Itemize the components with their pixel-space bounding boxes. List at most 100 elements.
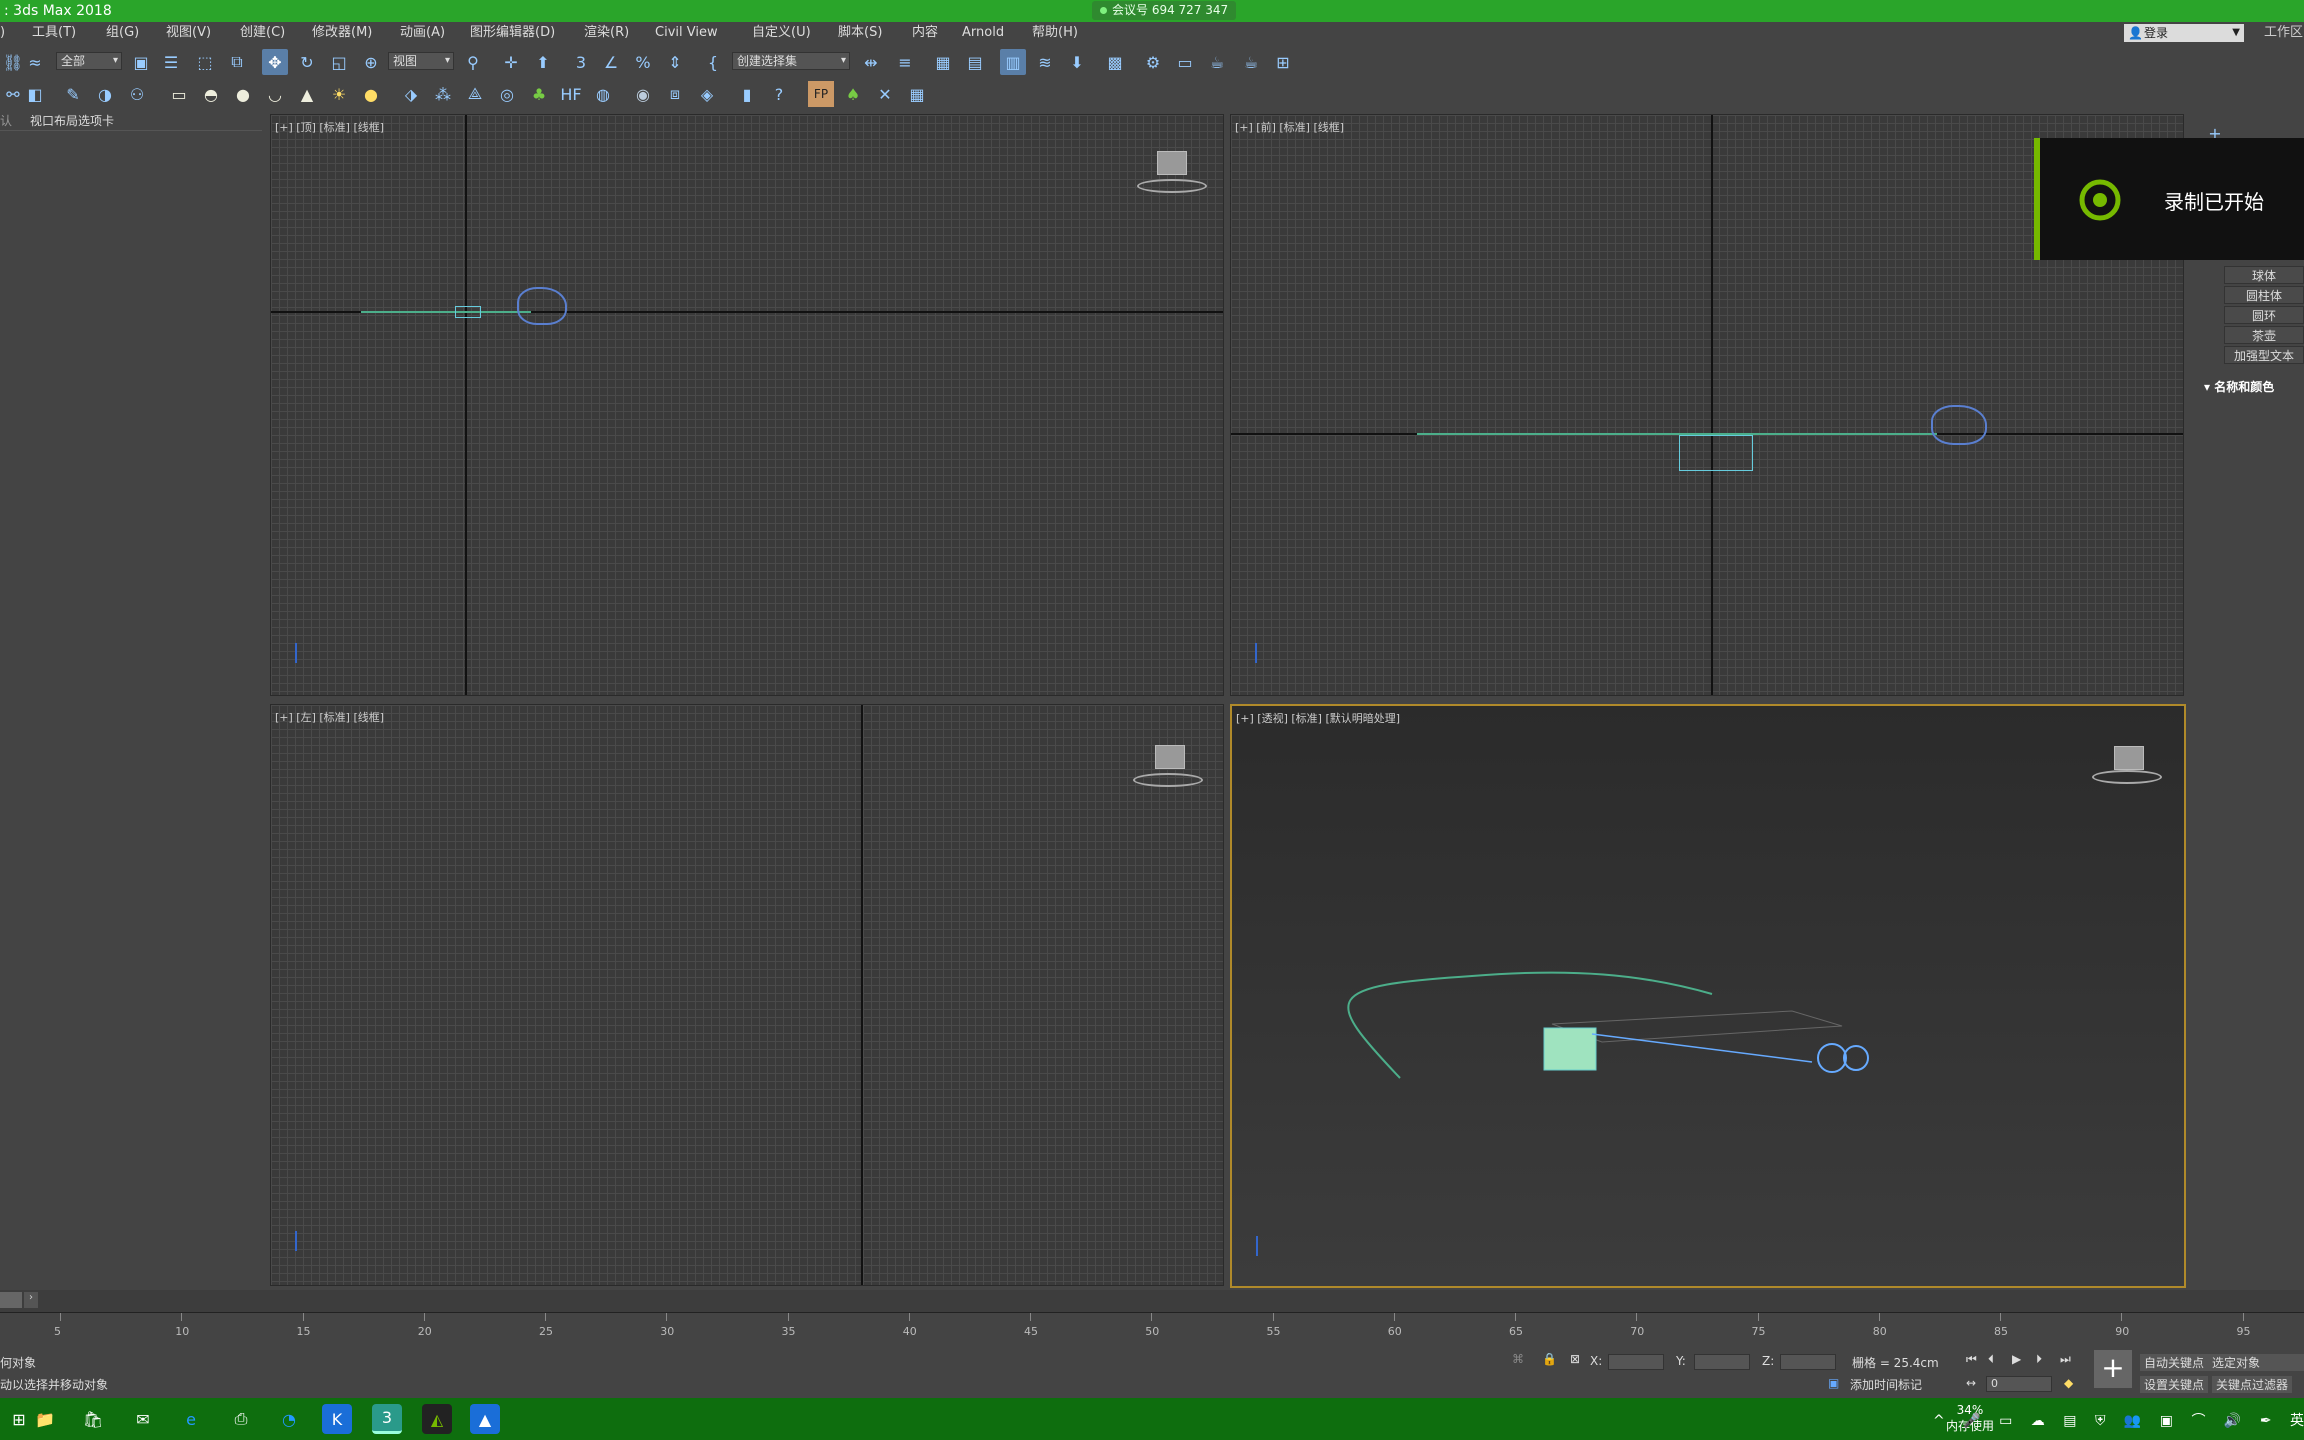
network-icon[interactable]: ▤: [2063, 1413, 2076, 1429]
fp-icon[interactable]: FP: [808, 81, 834, 107]
window-crossing-icon[interactable]: ⧉: [224, 49, 250, 75]
spiral-icon[interactable]: ◍: [590, 81, 616, 107]
curve-editor-icon[interactable]: ≋: [1032, 49, 1058, 75]
volume-icon[interactable]: 🔊: [2224, 1413, 2241, 1429]
viewcube-ring[interactable]: [1137, 179, 1207, 193]
viewcube-ring[interactable]: [1133, 773, 1203, 787]
store-icon[interactable]: 🛍: [78, 1404, 108, 1434]
prev-frame-icon[interactable]: ⏴: [1988, 1352, 1994, 1367]
teapot-button[interactable]: 茶壶: [2224, 326, 2304, 344]
wifi-icon[interactable]: ⌒: [2191, 1413, 2205, 1429]
named-selection-dropdown[interactable]: 创建选择集: [732, 52, 850, 70]
sphere-button[interactable]: 球体: [2224, 266, 2304, 284]
shield-icon[interactable]: ⛨: [2095, 1413, 2106, 1429]
viewport-top-label[interactable]: [+] [顶] [标准] [线框]: [275, 119, 384, 135]
track-bar[interactable]: 5 10 15 20 25 30 35 40 45 50 55 60 65 70 75 80 85 90 95: [0, 1312, 2304, 1342]
menu-tools[interactable]: 工具(T): [32, 22, 76, 44]
mirror-icon[interactable]: ⇹: [858, 49, 884, 75]
printer-icon[interactable]: ⎙: [226, 1404, 256, 1434]
material-ball-icon[interactable]: ◉: [630, 81, 656, 107]
selected-objects-dropdown[interactable]: 选定对象: [2208, 1354, 2304, 1371]
select-object-icon[interactable]: ▣: [128, 49, 154, 75]
chevron-up-icon[interactable]: ^: [1933, 1413, 1945, 1429]
menu-content[interactable]: 内容: [912, 22, 938, 44]
add-time-tag[interactable]: 添加时间标记: [1850, 1376, 1922, 1393]
light-ball-icon[interactable]: ●: [358, 81, 384, 107]
rotate-icon[interactable]: ↻: [294, 49, 320, 75]
camera-tool-icon[interactable]: ◧: [22, 81, 48, 107]
time-config-icon[interactable]: ↔: [1966, 1376, 1976, 1390]
bind-spacewarp-icon[interactable]: ≈: [22, 49, 48, 75]
box-object[interactable]: [1679, 435, 1753, 471]
snap-3d-icon[interactable]: 3: [568, 49, 594, 75]
viewcube[interactable]: [1155, 745, 1185, 769]
sun-icon[interactable]: ☀: [326, 81, 352, 107]
menu-create[interactable]: 创建(C): [240, 22, 285, 44]
workspace-label[interactable]: 工作区: [2264, 22, 2303, 44]
pen-icon[interactable]: ✒: [2260, 1413, 2272, 1429]
menu-help[interactable]: 帮助(H): [1032, 22, 1078, 44]
selection-filter-dropdown[interactable]: 全部: [56, 52, 122, 70]
cylinder-button[interactable]: 圆柱体: [2224, 286, 2304, 304]
mail-icon[interactable]: ✉: [128, 1404, 158, 1434]
script-icon[interactable]: ▮: [734, 81, 760, 107]
select-by-name-icon[interactable]: ☰: [158, 49, 184, 75]
next-frame-icon[interactable]: ⏵: [2036, 1352, 2042, 1367]
viewport-perspective[interactable]: [+] [透视] [标准] [默认明暗处理]: [1230, 704, 2186, 1288]
goto-start-icon[interactable]: ⏮: [1966, 1352, 1977, 1367]
spline-path[interactable]: [1417, 433, 1937, 435]
scale-icon[interactable]: ◱: [326, 49, 352, 75]
helper-tool-icon[interactable]: ⚇: [124, 81, 150, 107]
material-editor-icon[interactable]: ▩: [1102, 49, 1128, 75]
viewport-left[interactable]: [+] [左] [标准] [线框]: [270, 704, 1224, 1286]
scene-explorer-icon[interactable]: ▦: [930, 49, 956, 75]
meeting-app-icon[interactable]: ▲: [470, 1404, 500, 1434]
menu-views[interactable]: 视图(V): [166, 22, 211, 44]
language-indicator[interactable]: 英: [2290, 1413, 2304, 1429]
absolute-mode-icon[interactable]: ⊠: [1570, 1352, 1580, 1366]
nvidia-icon[interactable]: ◭: [422, 1404, 452, 1434]
keyboard-shortcut-icon[interactable]: ⬆: [530, 49, 556, 75]
login-dropdown[interactable]: 👤 登录 ▼: [2124, 24, 2244, 42]
ribbon-icon[interactable]: ▥: [1000, 49, 1026, 75]
globe-icon[interactable]: ◎: [494, 81, 520, 107]
schematic-view-icon[interactable]: ⬇: [1064, 49, 1090, 75]
menu-arnold[interactable]: Arnold: [962, 22, 1004, 44]
x-coord-field[interactable]: [1608, 1354, 1664, 1370]
display-icon[interactable]: ▣: [2160, 1413, 2173, 1429]
isolate-icon[interactable]: ⌘: [1512, 1352, 1524, 1366]
z-coord-field[interactable]: [1780, 1354, 1836, 1370]
viewport-front-label[interactable]: [+] [前] [标准] [线框]: [1235, 119, 1344, 135]
tools-icon[interactable]: ✕: [872, 81, 898, 107]
named-selection-icon[interactable]: {: [700, 49, 726, 75]
viewport-layout-tab[interactable]: 视口布局选项卡: [30, 112, 114, 129]
meeting-badge[interactable]: 会议号 694 727 347: [1092, 1, 1237, 20]
cloud-icon[interactable]: ☁: [2031, 1413, 2045, 1429]
pivot-icon[interactable]: ⚲: [460, 49, 486, 75]
panel-tab-edge[interactable]: 认: [0, 112, 12, 129]
menu-animation[interactable]: 动画(A): [400, 22, 445, 44]
rendered-frame-icon[interactable]: ▭: [1172, 49, 1198, 75]
menu-modifiers[interactable]: 修改器(M): [312, 22, 372, 44]
y-coord-field[interactable]: [1694, 1354, 1750, 1370]
tree-icon[interactable]: ♠: [840, 81, 866, 107]
viewport-top[interactable]: [+] [顶] [标准] [线框]: [270, 114, 1224, 696]
hair-icon[interactable]: HF: [558, 81, 584, 107]
dome-icon[interactable]: ◓: [198, 81, 224, 107]
3dsmax-icon[interactable]: 3: [372, 1404, 402, 1434]
text-plus-button[interactable]: 加强型文本: [2224, 346, 2304, 364]
key-filters-button[interactable]: 关键点过滤器: [2212, 1376, 2293, 1393]
viewport-left-label[interactable]: [+] [左] [标准] [线框]: [275, 709, 384, 725]
set-key-button[interactable]: 设置关键点: [2140, 1376, 2209, 1393]
browser-icon[interactable]: ◔: [274, 1404, 304, 1434]
paint-tool-icon[interactable]: ✎: [60, 81, 86, 107]
camera-object[interactable]: [1931, 405, 1987, 445]
edge-icon[interactable]: e: [176, 1404, 206, 1434]
particle-icon[interactable]: ⁂: [430, 81, 456, 107]
viewcube[interactable]: [1157, 151, 1187, 175]
time-slider-thumb[interactable]: [0, 1292, 22, 1308]
spline-path[interactable]: [361, 311, 531, 313]
mesh-icon[interactable]: ⟁: [462, 81, 488, 107]
menu-scripting[interactable]: 脚本(S): [838, 22, 882, 44]
help-circle-icon[interactable]: ?: [766, 81, 792, 107]
